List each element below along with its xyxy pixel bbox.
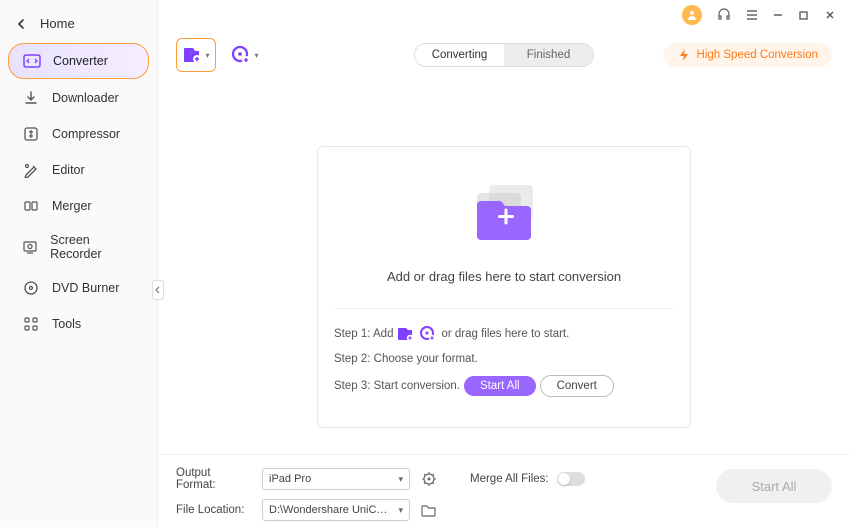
compress-icon	[22, 125, 40, 143]
merge-label: Merge All Files:	[470, 473, 549, 485]
sidebar-item-label: Converter	[53, 54, 108, 68]
step-3: Step 3: Start conversion. Start All Conv…	[334, 375, 674, 397]
home-button[interactable]: Home	[0, 6, 157, 41]
sidebar-item-label: DVD Burner	[52, 281, 119, 295]
sidebar-item-dvd-burner[interactable]: DVD Burner	[8, 271, 149, 305]
sidebar: Home Converter Downloader Compressor Edi…	[0, 0, 158, 527]
dropzone-title: Add or drag files here to start conversi…	[334, 269, 674, 284]
titlebar	[158, 0, 850, 30]
headset-icon[interactable]	[716, 7, 732, 23]
high-speed-conversion-button[interactable]: High Speed Conversion	[663, 43, 832, 67]
tab-finished[interactable]: Finished	[504, 44, 593, 66]
content-area: Add or drag files here to start conversi…	[158, 86, 850, 454]
settings-icon[interactable]	[420, 470, 438, 488]
merge-toggle[interactable]	[557, 472, 585, 486]
sidebar-item-label: Screen Recorder	[50, 233, 135, 261]
add-disc-icon	[419, 325, 437, 343]
sidebar-item-merger[interactable]: Merger	[8, 189, 149, 223]
minimize-button[interactable]	[772, 9, 786, 21]
maximize-button[interactable]	[798, 10, 812, 21]
lightning-icon	[677, 48, 691, 62]
disc-icon	[22, 279, 40, 297]
add-file-icon	[182, 46, 202, 64]
step-2: Step 2: Choose your format.	[334, 353, 674, 365]
sidebar-collapse-handle[interactable]	[152, 280, 164, 300]
chevron-down-icon: ▾	[398, 505, 403, 516]
merge-toggle-row: Merge All Files:	[470, 472, 585, 486]
step-1: Step 1: Add or drag files here to start.	[334, 325, 674, 343]
editor-icon	[22, 161, 40, 179]
sidebar-item-compressor[interactable]: Compressor	[8, 117, 149, 151]
sidebar-item-label: Merger	[52, 199, 92, 213]
step-1-suffix: or drag files here to start.	[441, 328, 569, 340]
add-file-button[interactable]: ▾	[176, 38, 216, 72]
dropzone[interactable]: Add or drag files here to start conversi…	[317, 146, 691, 428]
chevron-down-icon: ▾	[398, 474, 403, 485]
menu-icon[interactable]	[744, 7, 760, 23]
convert-button[interactable]: Convert	[540, 375, 614, 397]
step-3-text: Step 3: Start conversion.	[334, 380, 460, 392]
output-format-select[interactable]: iPad Pro ▾	[262, 468, 410, 490]
merger-icon	[22, 197, 40, 215]
add-file-icon	[397, 326, 415, 342]
sidebar-item-tools[interactable]: Tools	[8, 307, 149, 341]
back-arrow-icon	[16, 19, 26, 29]
sidebar-item-label: Tools	[52, 317, 81, 331]
sidebar-item-label: Editor	[52, 163, 85, 177]
footer: Output Format: iPad Pro ▾ Merge All File…	[158, 454, 850, 527]
high-speed-label: High Speed Conversion	[697, 49, 818, 61]
file-location-row: File Location: D:\Wondershare UniConvert…	[176, 499, 585, 521]
open-folder-icon[interactable]	[420, 501, 438, 519]
download-icon	[22, 89, 40, 107]
sidebar-item-downloader[interactable]: Downloader	[8, 81, 149, 115]
add-disc-button[interactable]: ▾	[228, 38, 262, 72]
dropzone-steps: Step 1: Add or drag files here to start.…	[334, 308, 674, 397]
user-avatar[interactable]	[682, 5, 702, 25]
dropzone-illustration	[334, 175, 674, 249]
main-area: ▾ ▾ Converting Finished High Speed Conve…	[158, 0, 850, 527]
file-location-label: File Location:	[176, 504, 252, 516]
chevron-down-icon: ▾	[205, 51, 209, 60]
output-format-value: iPad Pro	[269, 473, 311, 485]
file-location-select[interactable]: D:\Wondershare UniConverter 1 ▾	[262, 499, 410, 521]
chevron-down-icon: ▾	[254, 51, 258, 60]
add-disc-icon	[231, 45, 251, 65]
step-1-prefix: Step 1: Add	[334, 328, 393, 340]
tab-switch: Converting Finished	[414, 43, 594, 67]
recorder-icon	[22, 238, 38, 256]
toolbar: ▾ ▾ Converting Finished High Speed Conve…	[158, 30, 850, 86]
converter-icon	[23, 52, 41, 70]
output-format-row: Output Format: iPad Pro ▾ Merge All File…	[176, 467, 585, 491]
output-format-label: Output Format:	[176, 467, 252, 491]
close-button[interactable]	[824, 9, 838, 21]
tools-icon	[22, 315, 40, 333]
start-all-main-button[interactable]: Start All	[716, 469, 832, 503]
sidebar-item-converter[interactable]: Converter	[8, 43, 149, 79]
sidebar-item-label: Compressor	[52, 127, 120, 141]
start-all-button[interactable]: Start All	[464, 376, 536, 396]
tab-converting[interactable]: Converting	[415, 44, 504, 66]
sidebar-item-label: Downloader	[52, 91, 119, 105]
footer-left: Output Format: iPad Pro ▾ Merge All File…	[176, 467, 585, 521]
home-label: Home	[40, 16, 75, 31]
file-location-value: D:\Wondershare UniConverter 1	[269, 504, 389, 516]
sidebar-item-screen-recorder[interactable]: Screen Recorder	[8, 225, 149, 269]
sidebar-item-editor[interactable]: Editor	[8, 153, 149, 187]
